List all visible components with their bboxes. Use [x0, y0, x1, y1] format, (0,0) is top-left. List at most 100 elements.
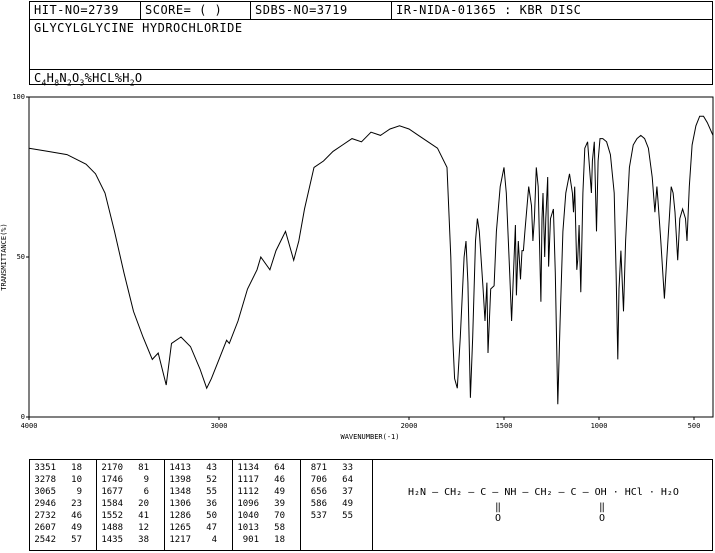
peak-row: 1398 52 — [165, 475, 217, 486]
peak-row: 1217 4 — [165, 535, 217, 546]
oxygen-label: O — [495, 513, 502, 524]
peak-transmittance: 52 — [206, 475, 217, 485]
peak-wavenumber: 1435 — [101, 535, 123, 545]
peak-transmittance: 55 — [206, 487, 217, 497]
peak-row: 3278 10 — [30, 475, 82, 486]
peak-wavenumber: 656 — [310, 487, 327, 497]
chemical-structure: H₂N — CH₂ — C — NH — CH₂ — C — OH · HCl … — [408, 487, 679, 498]
peak-row: 1552 41 — [97, 511, 149, 522]
x-axis-label: WAVENUMBER(-1) — [340, 433, 399, 441]
peak-column: 871 33 706 64 656 37 586 49 537 55 — [301, 460, 373, 550]
peak-wavenumber: 1013 — [237, 523, 259, 533]
peak-transmittance: 38 — [138, 535, 149, 545]
peak-transmittance: 46 — [274, 475, 285, 485]
peak-transmittance: 49 — [342, 499, 353, 509]
peak-transmittance: 46 — [71, 511, 82, 521]
peak-transmittance: 6 — [143, 487, 149, 497]
peak-wavenumber: 1112 — [237, 487, 259, 497]
peak-wavenumber: 1348 — [169, 487, 191, 497]
x-tick-label: 1500 — [496, 422, 513, 430]
peak-wavenumber: 1677 — [101, 487, 123, 497]
peak-wavenumber: 3065 — [34, 487, 56, 497]
peak-row: 1040 70 — [233, 511, 285, 522]
peak-row: 706 64 — [301, 475, 353, 486]
peak-transmittance: 9 — [76, 487, 82, 497]
peak-transmittance: 10 — [71, 475, 82, 485]
peak-column: 1413 43 1398 52 1348 55 1306 36 1286 50 1265 47 1217… — [165, 460, 233, 550]
peak-transmittance: 49 — [71, 523, 82, 533]
peak-transmittance: 18 — [71, 463, 82, 473]
peak-wavenumber: 1265 — [169, 523, 191, 533]
peak-row: 1134 64 — [233, 463, 285, 474]
x-tick-label: 4000 — [21, 422, 38, 430]
peak-wavenumber: 1096 — [237, 499, 259, 509]
peak-transmittance: 58 — [274, 523, 285, 533]
peak-row: 1117 46 — [233, 475, 285, 486]
peak-wavenumber: 1398 — [169, 475, 191, 485]
peak-row: 656 37 — [301, 487, 353, 498]
peak-row: 1584 20 — [97, 499, 149, 510]
peak-row: 586 49 — [301, 499, 353, 510]
peak-row: 1306 36 — [165, 499, 217, 510]
peak-wavenumber: 2946 — [34, 499, 56, 509]
double-bond-mark: ‖ — [599, 502, 606, 513]
peak-row: 871 33 — [301, 463, 353, 474]
peak-wavenumber: 1746 — [101, 475, 123, 485]
peak-transmittance: 20 — [138, 499, 149, 509]
peak-row: 901 18 — [233, 535, 285, 546]
carbonyl-oxygen-2: ‖ O — [599, 502, 605, 524]
peak-row: 3065 9 — [30, 487, 82, 498]
x-tick-label: 3000 — [211, 422, 228, 430]
peak-wavenumber: 2170 — [101, 463, 123, 473]
peak-transmittance: 50 — [206, 511, 217, 521]
peak-wavenumber: 901 — [242, 535, 259, 545]
ir-spectrum-chart: 4000 3000 2000 1500 1000 500 0 50 100 WAVENUMBER… — [0, 93, 714, 441]
peak-transmittance: 39 — [274, 499, 285, 509]
peak-wavenumber: 1040 — [237, 511, 259, 521]
peak-transmittance: 33 — [342, 463, 353, 473]
peak-wavenumber: 1134 — [237, 463, 259, 473]
peak-row: 2542 57 — [30, 535, 82, 546]
spectrum-line — [28, 115, 714, 405]
peak-transmittance: 49 — [274, 487, 285, 497]
peak-row: 1265 47 — [165, 523, 217, 534]
peak-wavenumber: 1552 — [101, 511, 123, 521]
peak-wavenumber: 537 — [310, 511, 327, 521]
oxygen-label: O — [599, 513, 606, 524]
x-tick-label: 1000 — [591, 422, 608, 430]
peak-transmittance: 47 — [206, 523, 217, 533]
peak-wavenumber: 1286 — [169, 511, 191, 521]
y-axis-label: TRANSMITTANCE(%) — [0, 223, 8, 290]
peak-row: 1488 12 — [97, 523, 149, 534]
peak-row: 2607 49 — [30, 523, 82, 534]
peak-transmittance: 55 — [342, 511, 353, 521]
y-tick-label: 50 — [17, 253, 25, 261]
peak-wavenumber: 3351 — [34, 463, 56, 473]
peak-transmittance: 70 — [274, 511, 285, 521]
peak-transmittance: 64 — [342, 475, 353, 485]
carbonyl-oxygen-1: ‖ O — [495, 502, 501, 524]
peak-wavenumber: 706 — [310, 475, 327, 485]
peak-row: 1286 50 — [165, 511, 217, 522]
peak-transmittance: 37 — [342, 487, 353, 497]
peak-wavenumber: 871 — [310, 463, 327, 473]
peak-row: 537 55 — [301, 511, 353, 522]
peak-row: 1677 6 — [97, 487, 149, 498]
peak-column: 3351 18 3278 10 3065 9 2946 23 2732 46 2607 49 2542 5… — [30, 460, 97, 550]
peak-wavenumber: 586 — [310, 499, 327, 509]
peak-column: 2170 81 1746 9 1677 6 1584 20 1552 41 1488 12 1435 38 — [97, 460, 165, 550]
peak-transmittance: 23 — [71, 499, 82, 509]
plot-frame — [28, 96, 714, 418]
peak-wavenumber: 1584 — [101, 499, 123, 509]
peak-row: 1348 55 — [165, 487, 217, 498]
peak-column: 1134 64 1117 46 1112 49 1096 39 1040 70 1013 58 901 1… — [233, 460, 301, 550]
peak-transmittance: 41 — [138, 511, 149, 521]
peak-row: 2170 81 — [97, 463, 149, 474]
peak-row: 2732 46 — [30, 511, 82, 522]
peak-row: 1096 39 — [233, 499, 285, 510]
peak-row: 1413 43 — [165, 463, 217, 474]
peak-wavenumber: 3278 — [34, 475, 56, 485]
peak-transmittance: 4 — [211, 535, 217, 545]
peak-transmittance: 9 — [143, 475, 149, 485]
x-tick-label: 500 — [688, 422, 701, 430]
